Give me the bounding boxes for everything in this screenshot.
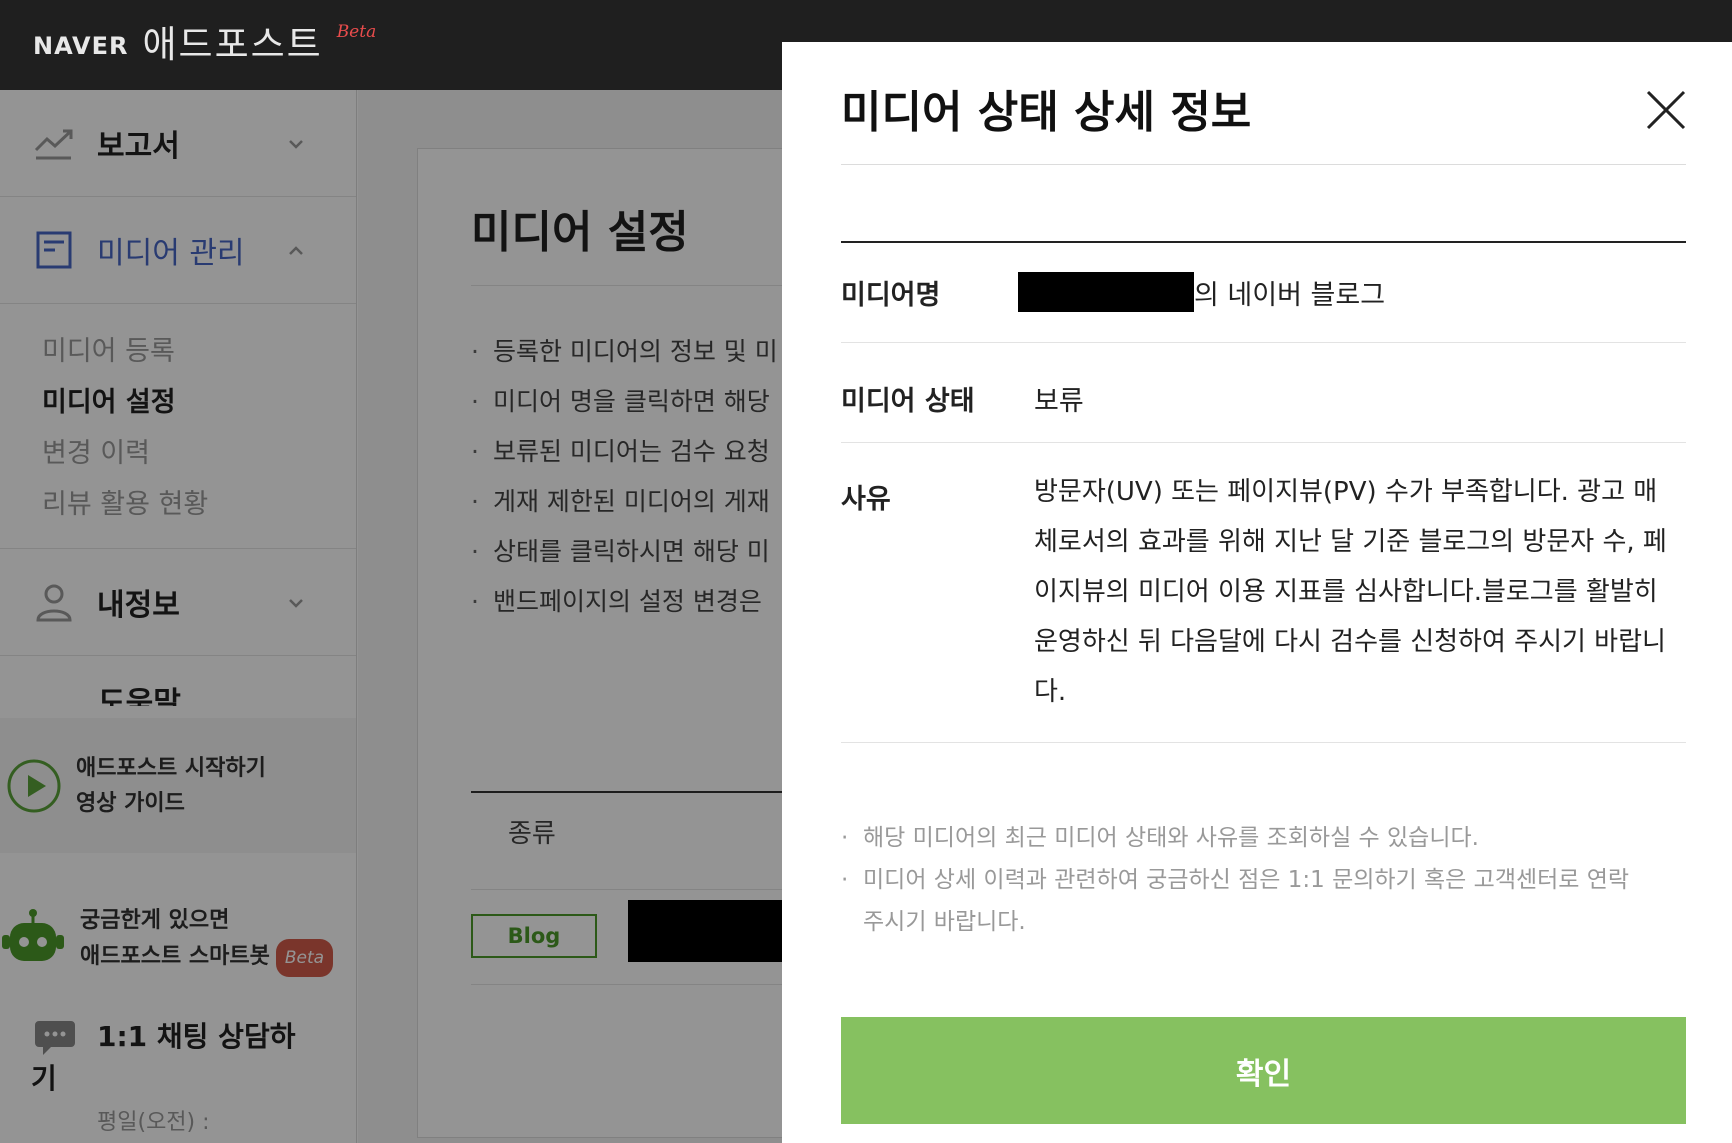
product-name: 애드포스트 — [142, 23, 323, 66]
media-name-row: 미디어명 의 네이버 블로그 — [841, 243, 1686, 343]
media-name-value: 의 네이버 블로그 — [1194, 280, 1386, 311]
media-status-value: 보류 — [1034, 386, 1084, 417]
divider — [841, 164, 1686, 165]
media-status-detail-modal: 미디어 상태 상세 정보 미디어명 의 네이버 블로그 미디어 상태 보류 사유… — [782, 42, 1732, 1143]
note-item: 해당 미디어의 최근 미디어 상태와 사유를 조회하실 수 있습니다. — [841, 817, 1641, 859]
note-item: 미디어 상세 이력과 관련하여 궁금하신 점은 1:1 문의하기 혹은 고객센터… — [841, 859, 1641, 943]
media-name-label: 미디어명 — [841, 280, 941, 311]
reason-value: 방문자(UV) 또는 페이지뷰(PV) 수가 부족합니다. 광고 매체로서의 효… — [1034, 477, 1667, 707]
confirm-button[interactable]: 확인 — [841, 1017, 1686, 1124]
modal-title: 미디어 상태 상세 정보 — [841, 87, 1252, 138]
media-status-row: 미디어 상태 보류 — [841, 343, 1686, 443]
adpost-logo[interactable]: NAVER 애드포스트 Beta — [33, 14, 376, 68]
reason-row: 사유 방문자(UV) 또는 페이지뷰(PV) 수가 부족합니다. 광고 매체로서… — [841, 443, 1686, 743]
media-status-label: 미디어 상태 — [841, 386, 975, 417]
naver-wordmark: NAVER — [33, 32, 129, 60]
modal-backdrop[interactable] — [0, 90, 782, 1143]
reason-label: 사유 — [841, 484, 891, 515]
redacted-block — [1018, 272, 1194, 312]
beta-label: Beta — [336, 22, 377, 42]
close-icon[interactable] — [1644, 88, 1688, 132]
modal-notes: 해당 미디어의 최근 미디어 상태와 사유를 조회하실 수 있습니다. 미디어 … — [841, 817, 1641, 943]
